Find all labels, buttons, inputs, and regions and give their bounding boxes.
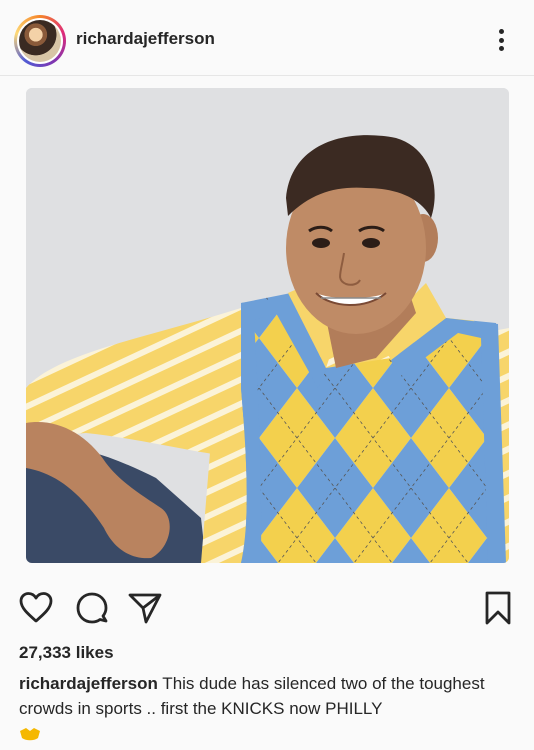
post-actions <box>0 590 534 630</box>
comment-icon[interactable] <box>74 590 110 626</box>
paper-plane-icon[interactable] <box>127 590 163 626</box>
avatar-image <box>19 20 61 62</box>
bookmark-icon[interactable] <box>480 590 516 626</box>
post-header: richardajefferson <box>0 0 534 76</box>
handshake-icon <box>19 723 41 741</box>
heart-icon[interactable] <box>18 590 54 626</box>
avatar[interactable] <box>14 15 66 67</box>
post-image[interactable] <box>26 88 509 563</box>
post-caption: richardajefferson This dude has silenced… <box>19 671 519 748</box>
username-link[interactable]: richardajefferson <box>76 29 215 49</box>
more-options-icon[interactable] <box>491 26 511 54</box>
caption-username[interactable]: richardajefferson <box>19 674 158 693</box>
likes-count[interactable]: 27,333 likes <box>19 643 114 663</box>
